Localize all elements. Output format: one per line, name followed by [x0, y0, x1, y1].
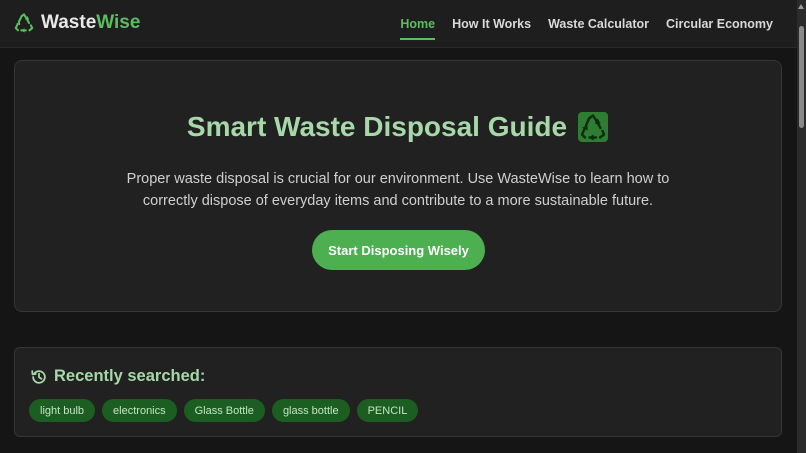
recent-searches-title: Recently searched: [54, 367, 206, 385]
recent-search-chip[interactable]: electronics [102, 399, 177, 422]
page-scrollbar[interactable] [797, 0, 806, 453]
brand-logo[interactable]: WasteWise [13, 12, 140, 34]
nav-link-how-it-works[interactable]: How It Works [452, 11, 531, 37]
recent-searches-card: Recently searched: light bulb electronic… [14, 347, 782, 437]
recent-search-chip[interactable]: PENCIL [356, 399, 419, 422]
history-icon [30, 368, 48, 386]
recent-search-chip[interactable]: light bulb [29, 399, 96, 422]
brand-name: WasteWise [41, 12, 141, 33]
recycle-icon [13, 12, 35, 34]
recent-searches-header: Recently searched: [30, 367, 205, 386]
hero-title: Smart Waste Disposal Guide [15, 111, 781, 143]
scrollbar-thumb[interactable] [799, 26, 804, 128]
hero-description: Proper waste disposal is crucial for our… [126, 171, 670, 209]
nav-link-home[interactable]: Home [400, 11, 435, 40]
hero-title-text: Smart Waste Disposal Guide [186, 111, 568, 142]
scroll-up-arrow-icon[interactable] [798, 4, 804, 9]
recent-search-chip[interactable]: glass bottle [271, 399, 350, 422]
recycle-emoji-icon [577, 111, 609, 143]
main-nav: Home How It Works Waste Calculator Circu… [400, 0, 773, 48]
nav-link-circular-economy[interactable]: Circular Economy [666, 11, 773, 37]
hero-card: Smart Waste Disposal Guide Proper waste … [14, 60, 782, 312]
top-navbar: WasteWise Home How It Works Waste Calcul… [0, 0, 797, 48]
recent-search-chip[interactable]: Glass Bottle [183, 399, 265, 422]
recent-search-chips: light bulb electronics Glass Bottle glas… [29, 399, 419, 422]
start-disposing-button[interactable]: Start Disposing Wisely [312, 230, 485, 270]
nav-link-waste-calculator[interactable]: Waste Calculator [548, 11, 649, 37]
